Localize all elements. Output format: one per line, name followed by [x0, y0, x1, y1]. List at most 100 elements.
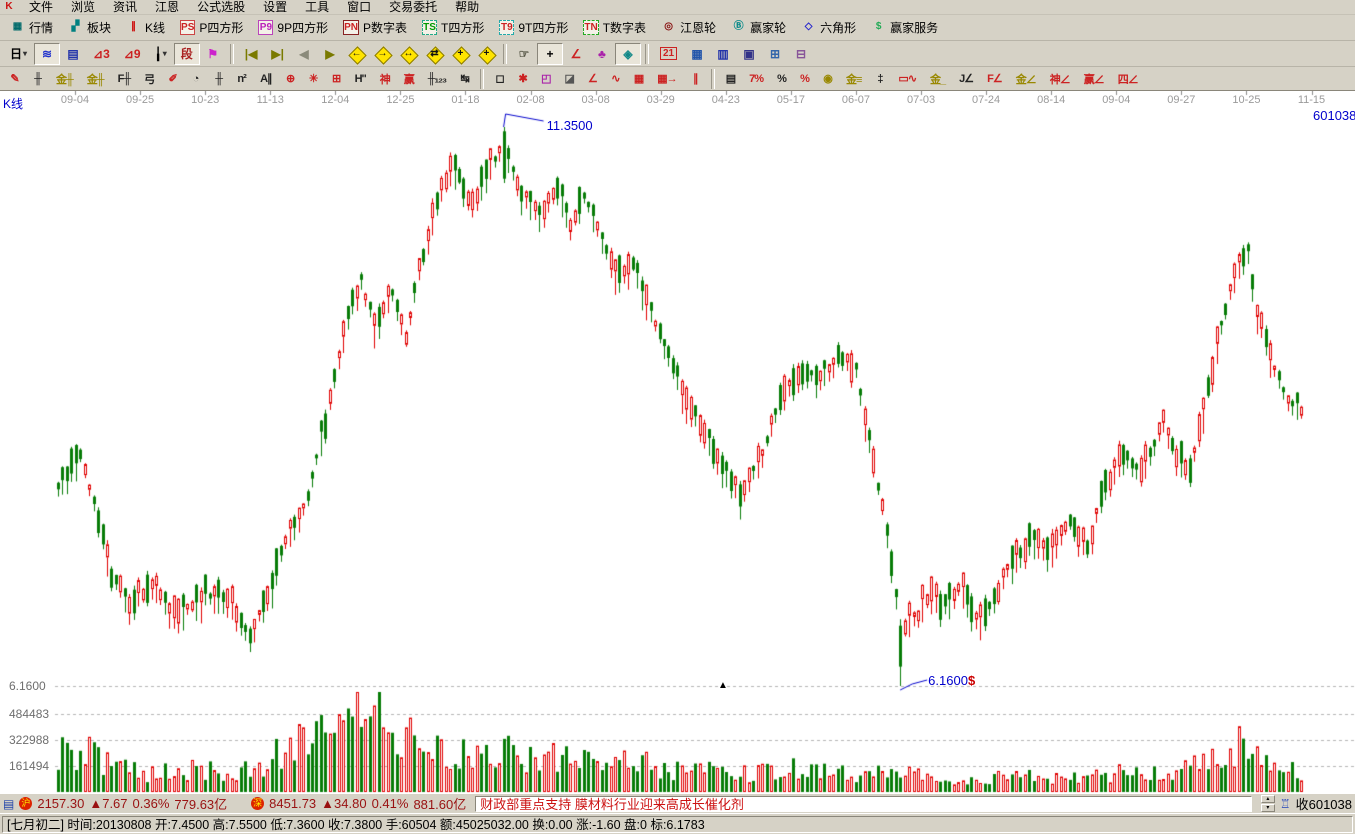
rays-tool-button[interactable]: ✱ [511, 69, 534, 89]
circle-cross-tool-button[interactable]: ⊕ [279, 69, 302, 89]
angle-measure-button[interactable]: ∠ [563, 43, 589, 65]
9p-square-button[interactable]: P99P四方形 [252, 17, 334, 39]
angles-tool-button[interactable]: ∠ [581, 69, 604, 89]
marker-pen-tool-button[interactable]: ✐ [161, 69, 184, 89]
t-square-button[interactable]: TST四方形 [416, 17, 490, 39]
ying-angle-tool-button[interactable]: 赢∠ [1077, 69, 1111, 89]
crosshair-tool-button[interactable]: + [537, 43, 563, 65]
slashes-tool-button[interactable]: ∥ [684, 69, 707, 89]
menu-stock-picker[interactable]: 公式选股 [188, 0, 254, 15]
menu-help[interactable]: 帮助 [446, 0, 488, 15]
candle-style-button[interactable]: ╽▾ [148, 43, 174, 65]
frame-tool-button[interactable]: ◻ [488, 69, 511, 89]
grid-tool-button[interactable]: ╫ [26, 69, 49, 89]
save-button[interactable]: ▣ [736, 43, 762, 65]
kline-chart-panel[interactable]: K线 601038 11.3500 6.1600$ ▲ 09-0409-2510… [0, 91, 1355, 793]
t-number-table-button[interactable]: TNT数字表 [577, 17, 652, 39]
wheel-tool-button[interactable]: ◈ [615, 43, 641, 65]
indicator-flag-button[interactable]: ⚑ [200, 43, 226, 65]
grid-123-tool-button[interactable]: ╫₁₂₃ [421, 69, 453, 89]
blocks-button[interactable]: ▞板块 [62, 17, 117, 39]
expand-all-button[interactable]: + [447, 43, 473, 65]
menu-gann[interactable]: 江恩 [146, 0, 188, 15]
h-mark-tool-button[interactable]: H" [348, 69, 373, 89]
trend-chart-button[interactable]: ≋ [34, 43, 60, 65]
spinner-up-button[interactable]: ▴ [1261, 795, 1275, 803]
gold-line-tool-button[interactable]: 金_ [923, 69, 952, 89]
gold-lines-tool-button[interactable]: 金≡ [839, 69, 868, 89]
pattern-button[interactable]: 段 [174, 43, 200, 65]
pencil-tool-button[interactable]: ✎ [3, 69, 26, 89]
ink-pen-tool-button[interactable]: ‡ [868, 69, 891, 89]
kline-button[interactable]: ∥K线 [120, 17, 171, 39]
next-page-button[interactable]: ▶ [317, 43, 343, 65]
menu-trade[interactable]: 交易委托 [380, 0, 446, 15]
quote-report-button[interactable]: ▤ [60, 43, 86, 65]
levels-tool-button[interactable]: ▤ [719, 69, 742, 89]
span-tool-button[interactable]: ↹ [453, 69, 476, 89]
menu-settings[interactable]: 设置 [254, 0, 296, 15]
percent-tool-button[interactable]: % [770, 69, 793, 89]
mini-chart-3-button[interactable]: ⊿3 [86, 43, 117, 65]
wave-box-tool-button[interactable]: ▭∿ [891, 69, 923, 89]
first-page-button[interactable]: |◀ [238, 43, 265, 65]
shen-angle-tool-button[interactable]: 神∠ [1043, 69, 1077, 89]
shade-box-tool-button[interactable]: ◪ [557, 69, 580, 89]
red-grid-tool-button[interactable]: ▦ [627, 69, 650, 89]
a-line-tool-button[interactable]: A∥ [253, 69, 278, 89]
menu-window[interactable]: 窗口 [338, 0, 380, 15]
remote-button[interactable]: ⊟ [788, 43, 814, 65]
swap-h-button[interactable]: ⇄ [421, 43, 447, 65]
candlestick-canvas[interactable] [0, 91, 1355, 793]
menu-browse[interactable]: 浏览 [62, 0, 104, 15]
box-grid-tool-button[interactable]: ⊞ [325, 69, 348, 89]
ruler-grid-tool-button[interactable]: ╫ [207, 69, 230, 89]
shift-left-button[interactable]: ← [343, 43, 369, 65]
menu-file[interactable]: 文件 [20, 0, 62, 15]
spinner-down-button[interactable]: ▾ [1261, 804, 1275, 812]
ying-grid-tool-button[interactable]: 赢 [397, 69, 421, 89]
si-angle-tool-button[interactable]: 四∠ [1111, 69, 1145, 89]
percent-line-tool-button[interactable]: % [793, 69, 816, 89]
shift-right-button[interactable]: → [369, 43, 395, 65]
network-link-button[interactable]: ⊞ [762, 43, 788, 65]
calculator-button[interactable]: ▦ [684, 43, 710, 65]
t-percent-tool-button[interactable]: 7% [742, 69, 770, 89]
knot-tool-button[interactable]: ♣ [589, 43, 615, 65]
gold-grid-tool-button[interactable]: 金╫ [49, 69, 80, 89]
gann-wheel-button[interactable]: ◎江恩轮 [655, 17, 722, 39]
compass-tool-button[interactable]: ◔ [184, 69, 207, 89]
gold-circle-tool-button[interactable]: ◉ [816, 69, 839, 89]
x-axis-date-label: 03-08 [573, 94, 619, 106]
gold-angle-tool-button[interactable]: 金∠ [1009, 69, 1043, 89]
p-square-button[interactable]: PSP四方形 [174, 17, 249, 39]
expand-h-button[interactable]: ↔ [395, 43, 421, 65]
center-view-button[interactable]: + [473, 43, 499, 65]
j-angle-tool-button[interactable]: J∠ [952, 69, 980, 89]
grid-arrow-tool-button[interactable]: ▦→ [650, 69, 683, 89]
winner-service-button[interactable]: $赢家服务 [865, 17, 944, 39]
p-number-table-button[interactable]: PNP数字表 [337, 17, 413, 39]
period-day-button[interactable]: 日▾ [3, 43, 34, 65]
hexagon-button[interactable]: ◇六角形 [795, 17, 862, 39]
last-page-button[interactable]: ▶| [264, 43, 291, 65]
notes-button[interactable]: ▥ [710, 43, 736, 65]
quotes-button[interactable]: ▦行情 [4, 17, 59, 39]
zigzag-tool-button[interactable]: ∿ [604, 69, 627, 89]
menu-tools[interactable]: 工具 [296, 0, 338, 15]
f-grid-tool-button[interactable]: F╫ [111, 69, 138, 89]
winner-wheel-button[interactable]: Ⓑ赢家轮 [725, 17, 792, 39]
gold-grid2-tool-button[interactable]: 金╫ [80, 69, 111, 89]
f-angle-tool-button[interactable]: F∠ [980, 69, 1009, 89]
fan-box-tool-button[interactable]: ◰ [534, 69, 557, 89]
9t-square-button[interactable]: T99T四方形 [493, 17, 574, 39]
menu-news[interactable]: 资讯 [104, 0, 146, 15]
prev-page-button[interactable]: ◀ [291, 43, 317, 65]
n-squared-tool-button[interactable]: n² [230, 69, 253, 89]
arc-tool-button[interactable]: 弓 [137, 69, 161, 89]
calendar-button[interactable]: 21 [653, 43, 684, 65]
shen-grid-tool-button[interactable]: 神 [373, 69, 397, 89]
star-tool-button[interactable]: ✳ [302, 69, 325, 89]
hand-tool-button[interactable]: ☞ [511, 43, 537, 65]
mini-chart-9-button[interactable]: ⊿9 [117, 43, 148, 65]
